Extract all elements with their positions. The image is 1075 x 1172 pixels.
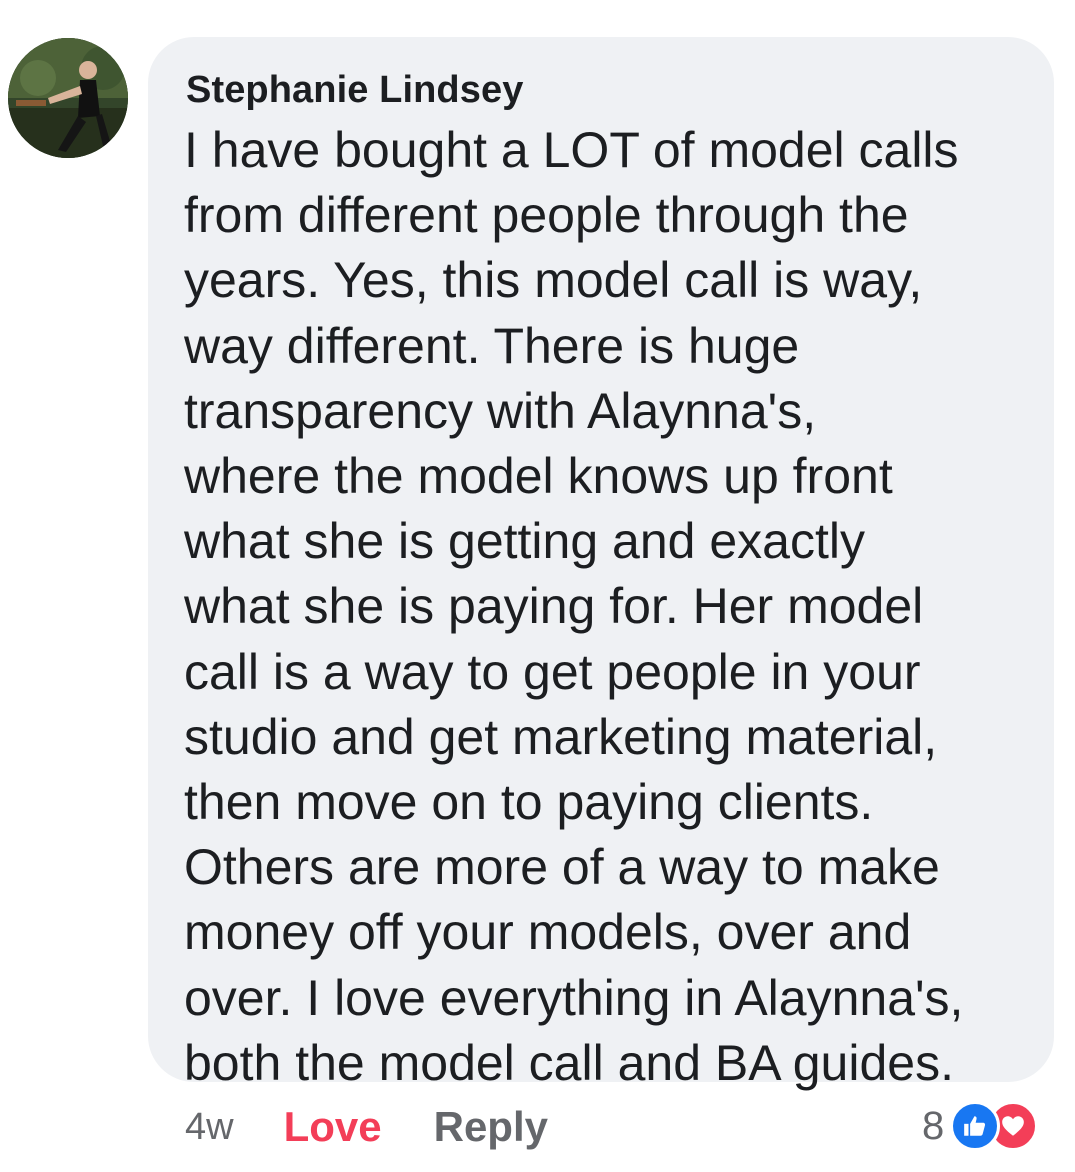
comment-line: then move on to paying clients. xyxy=(184,774,874,831)
reply-button[interactable]: Reply xyxy=(434,1103,548,1151)
comment-line: what she is paying for. Her model xyxy=(184,578,924,635)
comment-line: way different. There is huge xyxy=(184,317,800,374)
comment-line: money off your models, over and xyxy=(184,904,912,961)
reaction-summary[interactable]: 8 xyxy=(922,1096,1039,1156)
avatar[interactable] xyxy=(8,38,128,158)
comment-line: I have bought a LOT of model calls xyxy=(184,122,959,178)
comment-line: both the model call and BA guides. xyxy=(184,1034,954,1091)
comment-text: I have bought a LOT of model calls from … xyxy=(184,118,1044,1096)
comment-line: where the model knows up front xyxy=(184,448,893,505)
reaction-count: 8 xyxy=(922,1103,945,1148)
comment-actions: 4w Love Reply xyxy=(185,1097,548,1157)
like-icon xyxy=(950,1101,1001,1151)
comment-timestamp[interactable]: 4w xyxy=(185,1106,234,1149)
comment-line: years. Yes, this model call is way, xyxy=(184,252,923,309)
comment-line: transparency with Alaynna's, xyxy=(184,382,817,439)
avatar-photo xyxy=(8,38,128,158)
comment-line: call is a way to get people in your xyxy=(184,643,921,700)
comment-author[interactable]: Stephanie Lindsey xyxy=(186,69,523,112)
love-button[interactable]: Love xyxy=(284,1103,382,1151)
comment-line: studio and get marketing material, xyxy=(184,708,938,765)
comment-bubble: Stephanie Lindsey I have bought a LOT of… xyxy=(148,37,1054,1091)
comment-line: what she is getting and exactly xyxy=(184,513,865,570)
comment-line: from different people through the xyxy=(184,187,909,244)
comment-line: Others are more of a way to make xyxy=(184,839,940,896)
comment-line: over. I love everything in Alaynna's, xyxy=(184,969,964,1026)
